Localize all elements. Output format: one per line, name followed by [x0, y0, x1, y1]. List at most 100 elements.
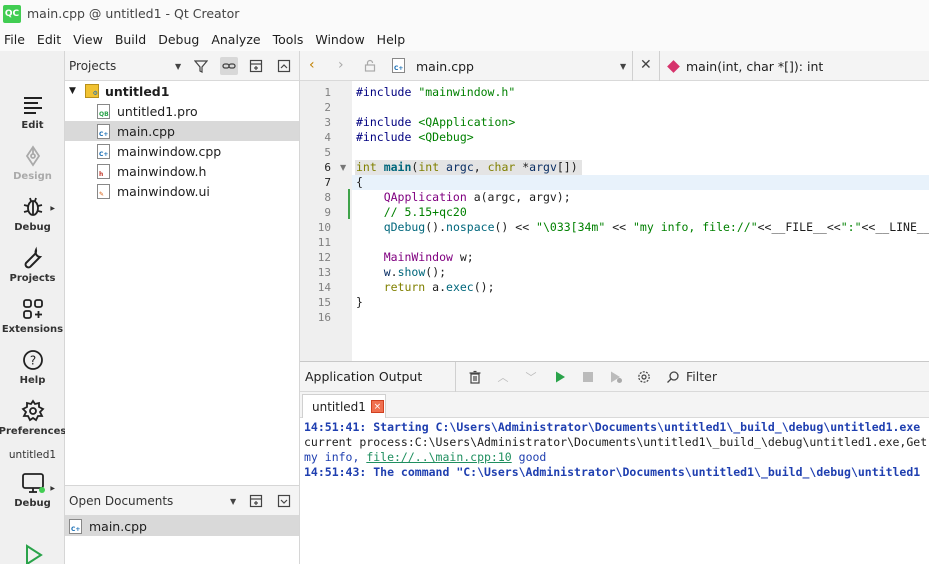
- menu-window[interactable]: Window: [309, 32, 370, 47]
- code-token: a.: [425, 280, 447, 294]
- tree-file-item[interactable]: ✎ mainwindow.ui: [65, 181, 299, 201]
- menu-analyze[interactable]: Analyze: [205, 32, 266, 47]
- expand-arrow-icon[interactable]: ▼: [69, 86, 81, 96]
- mode-help[interactable]: ? Help: [0, 342, 65, 392]
- change-marker: [348, 189, 350, 219]
- code-token: #include: [356, 130, 412, 144]
- projects-dropdown-arrow-icon[interactable]: ▼: [175, 62, 181, 71]
- open-documents-dropdown-arrow-icon[interactable]: ▼: [230, 497, 236, 506]
- code-token: <QApplication>: [411, 115, 516, 129]
- code-line: int main(int argc, char *argv[]): [356, 160, 578, 175]
- open-documents-view-selector[interactable]: Open Documents: [69, 494, 173, 508]
- menu-help[interactable]: Help: [371, 32, 412, 47]
- code-token: ":": [840, 220, 862, 234]
- extensions-icon: [22, 299, 43, 319]
- code-token: ();: [425, 265, 447, 279]
- code-token: show: [397, 265, 426, 279]
- ui-file-icon: ✎: [97, 183, 110, 199]
- menu-view[interactable]: View: [67, 32, 109, 47]
- mode-projects[interactable]: Projects: [0, 240, 65, 290]
- menu-tools[interactable]: Tools: [267, 32, 310, 47]
- debug-menu-arrow-icon: ▶: [50, 205, 55, 212]
- toolbar-divider: [455, 362, 456, 392]
- editor-file-dropdown-icon[interactable]: ▼: [620, 62, 626, 71]
- output-line: 14:51:43: The command "C:\Users\Administ…: [304, 465, 921, 479]
- code-token: <<__FILE__<<: [757, 220, 841, 234]
- line-number: 5: [324, 146, 331, 159]
- output-toolbar: Application Output ︿ ﹀ Filter: [300, 362, 929, 392]
- mode-edit[interactable]: Edit: [0, 87, 65, 137]
- lock-icon[interactable]: [364, 59, 376, 75]
- open-document-label: main.cpp: [89, 518, 147, 534]
- code-editor[interactable]: 1 2 3 4 5 6 7 8 9 10 11 12 13 14 15 16 ▼…: [300, 81, 929, 361]
- close-tab-icon[interactable]: ×: [370, 400, 384, 413]
- settings-gear-icon[interactable]: [635, 368, 653, 386]
- back-icon[interactable]: ‹: [309, 57, 315, 73]
- symbol-selector[interactable]: main(int, char *[]): int: [686, 59, 823, 74]
- filter-input[interactable]: Filter: [686, 369, 717, 384]
- code-token: nospace: [446, 220, 495, 234]
- code-token: return: [356, 280, 426, 294]
- menu-debug[interactable]: Debug: [152, 32, 205, 47]
- open-documents-pane: Open Documents ▼ C+ main.cpp: [65, 485, 300, 564]
- code-token: #include: [356, 115, 412, 129]
- projects-view-selector[interactable]: Projects: [69, 59, 116, 73]
- projects-toolbar: Projects ▼: [65, 51, 299, 81]
- tree-file-item[interactable]: QB untitled1.pro: [65, 101, 299, 121]
- split-icon[interactable]: [247, 492, 265, 510]
- clear-output-icon[interactable]: [466, 368, 484, 386]
- line-number: 2: [324, 101, 331, 114]
- line-number: 15: [317, 296, 331, 309]
- open-document-item[interactable]: C+ main.cpp: [65, 516, 299, 536]
- cpp-file-icon: C+: [97, 143, 110, 159]
- close-editor-icon[interactable]: ✕: [640, 57, 652, 73]
- code-token: <QDebug>: [411, 130, 474, 144]
- code-line: }: [356, 295, 363, 309]
- previous-item-icon[interactable]: ︿: [494, 368, 512, 386]
- menu-file[interactable]: File: [0, 32, 31, 47]
- code-token: a(argc, argv);: [466, 190, 571, 204]
- run-button[interactable]: [0, 537, 65, 564]
- collapse-pane-icon[interactable]: [275, 492, 293, 510]
- code-token: int: [418, 160, 440, 174]
- code-line: w.show();: [356, 265, 446, 280]
- link-with-editor-icon[interactable]: [220, 57, 238, 75]
- tree-file-label: untitled1.pro: [117, 103, 198, 119]
- rerun-icon[interactable]: [551, 368, 569, 386]
- editor-file-selector[interactable]: main.cpp: [416, 59, 474, 74]
- split-icon[interactable]: [247, 57, 265, 75]
- mode-preferences[interactable]: Preferences: [0, 393, 67, 443]
- attach-debugger-icon[interactable]: [607, 368, 625, 386]
- filter-icon[interactable]: [192, 57, 210, 75]
- output-file-link[interactable]: file://..\main.cpp:10: [366, 450, 511, 464]
- next-item-icon[interactable]: ﹀: [522, 368, 540, 386]
- mode-extensions[interactable]: Extensions: [0, 291, 65, 341]
- mode-debug[interactable]: ▶ Debug: [0, 189, 65, 239]
- collapse-pane-icon[interactable]: [275, 57, 293, 75]
- output-text-area[interactable]: 14:51:41: Starting C:\Users\Administrato…: [300, 419, 929, 564]
- menu-build[interactable]: Build: [109, 32, 152, 47]
- code-token: ,: [473, 160, 488, 174]
- mode-preferences-label: Preferences: [0, 426, 67, 437]
- kit-selector[interactable]: ▶ Debug: [0, 465, 65, 515]
- cpp-file-icon: C+: [392, 58, 405, 73]
- line-number: 10: [317, 221, 331, 234]
- menu-edit[interactable]: Edit: [31, 32, 67, 47]
- mode-design[interactable]: Design: [0, 138, 65, 188]
- tree-file-item[interactable]: h mainwindow.h: [65, 161, 299, 181]
- current-line-highlight: [352, 175, 929, 190]
- output-tab-bar: untitled1 ×: [300, 392, 929, 418]
- tree-file-item[interactable]: C+ mainwindow.cpp: [65, 141, 299, 161]
- output-line: 14:51:41: Starting C:\Users\Administrato…: [304, 420, 921, 434]
- run-icon: [25, 544, 43, 564]
- project-root[interactable]: ▼ ⚙ untitled1: [65, 81, 299, 101]
- window-title: main.cpp @ untitled1 - Qt Creator: [27, 6, 240, 21]
- fold-arrow-icon[interactable]: ▼: [340, 163, 346, 172]
- tree-file-item[interactable]: C+ main.cpp: [65, 121, 299, 141]
- output-tab-untitled1[interactable]: untitled1 ×: [302, 394, 386, 418]
- forward-icon[interactable]: ›: [338, 57, 344, 73]
- kit-selector-label[interactable]: untitled1: [0, 449, 65, 461]
- output-text: good: [511, 450, 547, 464]
- code-line: #include <QDebug>: [356, 130, 474, 145]
- stop-icon[interactable]: [579, 368, 597, 386]
